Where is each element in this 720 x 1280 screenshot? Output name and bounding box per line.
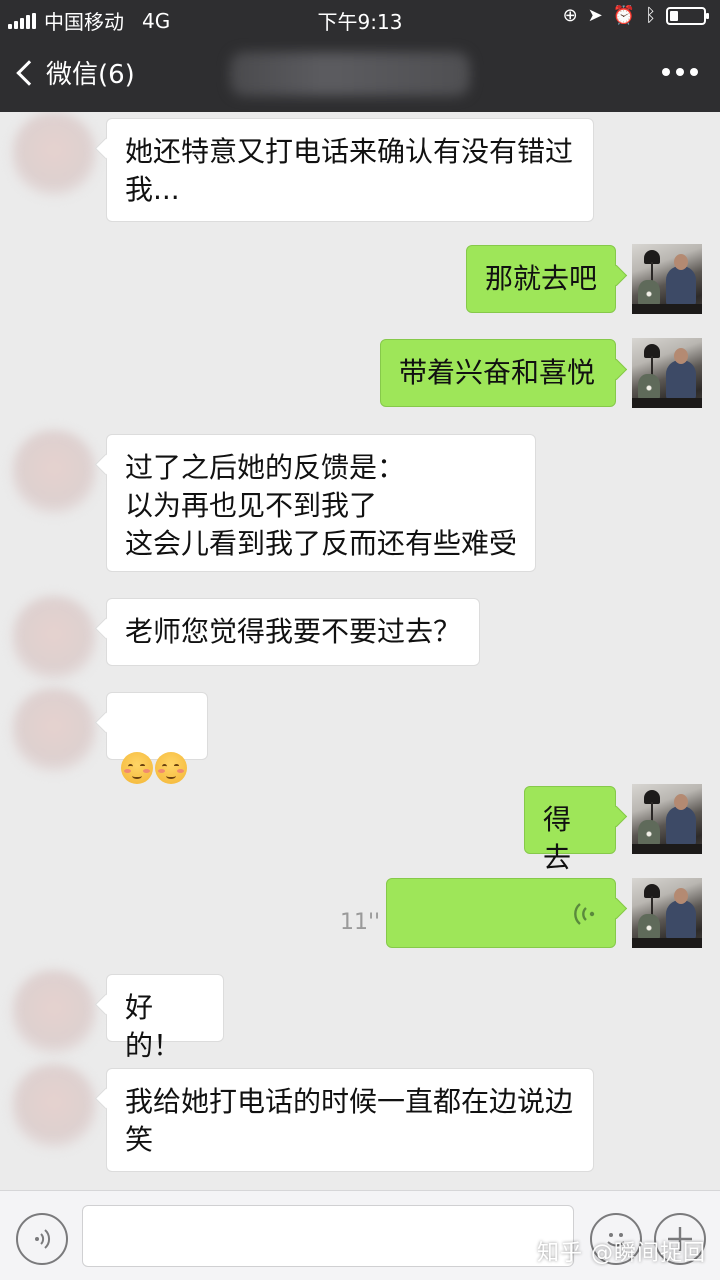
battery-level (670, 10, 678, 21)
voice-duration: 11'' (340, 910, 381, 935)
voice-wave-icon (574, 903, 595, 925)
message-bubble[interactable]: 我给她打电话的时候一直都在边说边 笑 (106, 1068, 594, 1172)
input-bar: 知乎 @瞬间捉回 (0, 1190, 720, 1280)
status-icons: ⊕ ➤ ⏰ ᛒ (562, 5, 709, 26)
user-avatar[interactable] (632, 338, 702, 408)
chevron-left-icon (16, 59, 42, 86)
message-bubble[interactable]: 带着兴奋和喜悦 (380, 339, 616, 407)
user-avatar[interactable] (632, 878, 702, 948)
user-avatar[interactable] (632, 244, 702, 314)
message-bubble[interactable]: 好的！ (106, 974, 224, 1062)
emoji-bubble[interactable] (106, 692, 208, 784)
battery-icon (666, 6, 709, 25)
contact-avatar[interactable] (12, 596, 96, 680)
message-bubble[interactable]: 那就去吧 (466, 245, 616, 313)
message-bubble[interactable]: 得去 (524, 786, 616, 874)
chat-title-blurred (230, 52, 470, 96)
alarm-icon: ⏰ (612, 5, 636, 26)
contact-avatar[interactable] (12, 970, 96, 1054)
voice-message-bubble[interactable] (386, 878, 616, 948)
contact-avatar[interactable] (12, 430, 96, 514)
rotation-lock-icon: ⊕ (562, 5, 578, 26)
watermark: 知乎 @瞬间捉回 (537, 1241, 706, 1266)
contact-avatar[interactable] (12, 688, 96, 772)
voice-toggle-icon (35, 1229, 51, 1249)
message-input[interactable] (82, 1205, 574, 1267)
smiling-face-emoji (155, 752, 187, 784)
smiling-face-emoji (121, 752, 153, 784)
message-bubble[interactable]: 她还特意又打电话来确认有没有错过 我... (106, 118, 594, 222)
nav-bar: 微信(6) (0, 36, 720, 112)
user-avatar[interactable] (632, 784, 702, 854)
back-button[interactable]: 微信(6) (14, 54, 135, 91)
back-label: 微信(6) (46, 60, 135, 90)
location-icon: ➤ (587, 5, 603, 26)
chat-area[interactable]: 她还特意又打电话来确认有没有错过 我... 那就去吧 带着兴奋和喜悦 过了之后她… (0, 112, 720, 1190)
message-bubble[interactable]: 过了之后她的反馈是： 以为再也见不到我了 这会儿看到我了反而还有些难受 (106, 434, 536, 572)
status-bar: 中国移动 4G 下午9:13 ⊕ ➤ ⏰ ᛒ (0, 0, 720, 36)
contact-avatar[interactable] (12, 1064, 96, 1148)
more-dots-icon[interactable] (662, 68, 698, 76)
bluetooth-icon: ᛒ (645, 5, 656, 26)
contact-avatar[interactable] (12, 112, 96, 196)
voice-toggle-button[interactable] (16, 1213, 68, 1265)
message-bubble[interactable]: 老师您觉得我要不要过去？ (106, 598, 480, 666)
